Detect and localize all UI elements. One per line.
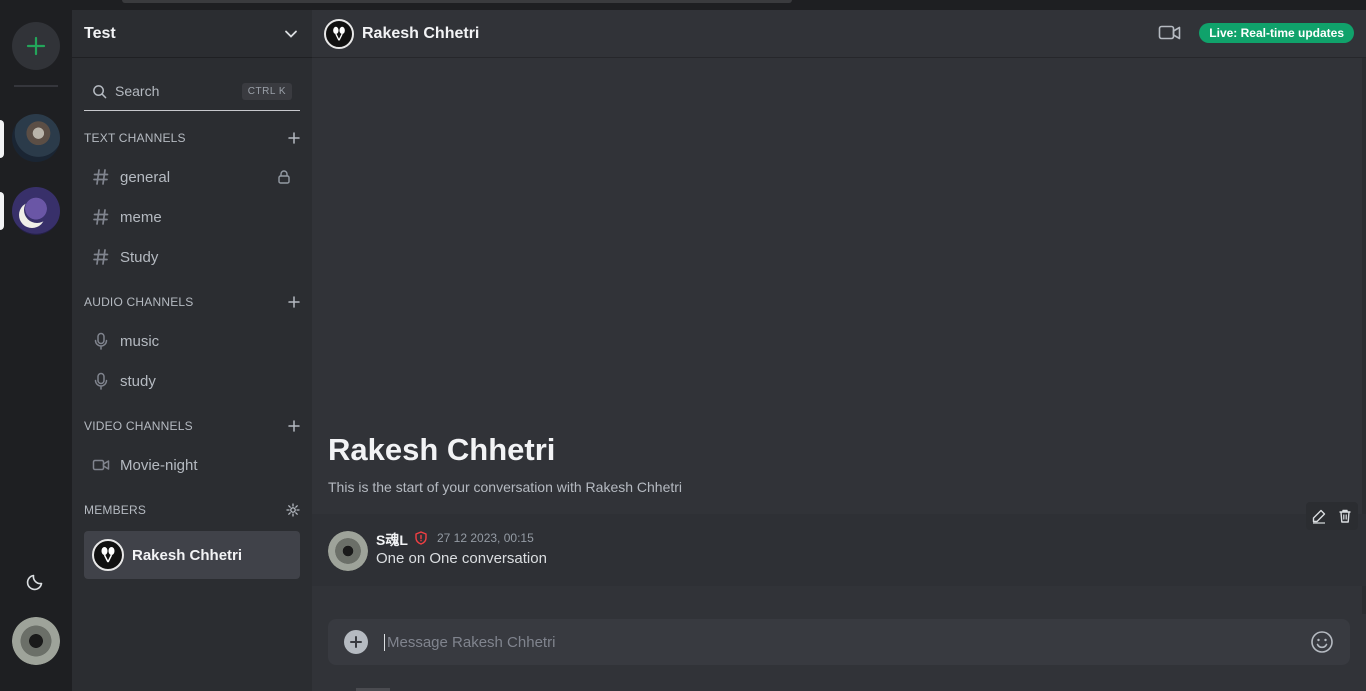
channel-name: Movie-night [120, 456, 198, 474]
message-timestamp: 27 12 2023, 00:15 [437, 531, 534, 545]
server-icon-2[interactable] [12, 187, 60, 235]
plus-icon [26, 36, 46, 56]
rail-separator [14, 85, 58, 87]
hash-icon [93, 249, 109, 265]
section-title: MEMBERS [84, 503, 147, 517]
message-avatar[interactable] [328, 531, 368, 571]
message-actions [1306, 502, 1358, 530]
welcome-subtitle: This is the start of your conversation w… [328, 479, 683, 495]
video-icon [92, 459, 110, 471]
chat-title: Rakesh Chhetri [362, 24, 480, 42]
message-author[interactable]: S魂L [376, 530, 408, 550]
channel-name: Study [120, 248, 159, 266]
trash-icon[interactable] [1337, 508, 1353, 524]
moon-icon[interactable] [26, 571, 46, 591]
message-item[interactable]: S魂L 27 12 2023, 00:15 One on One convers… [312, 502, 1366, 586]
channel-name: music [120, 332, 160, 350]
video-call-icon[interactable] [1158, 23, 1182, 43]
channel-study-audio[interactable]: study [84, 364, 300, 398]
shield-alert-icon [415, 531, 427, 545]
search-icon [93, 84, 107, 98]
channel-name: study [120, 372, 156, 390]
logo-icon [101, 547, 115, 563]
window-top-strip [0, 0, 1366, 10]
text-channels-header: TEXT CHANNELS [84, 128, 300, 148]
channel-study[interactable]: Study [84, 240, 300, 274]
attach-button[interactable] [344, 630, 368, 654]
lock-icon [278, 170, 290, 184]
server-icon-1[interactable] [12, 114, 60, 162]
chat-avatar [324, 18, 354, 49]
server-rail [0, 10, 72, 691]
microphone-icon [94, 372, 108, 390]
logo-icon [333, 26, 345, 41]
plus-icon [350, 636, 362, 648]
video-channels-header: VIDEO CHANNELS [84, 416, 300, 436]
member-avatar [92, 539, 124, 571]
live-status-badge: Live: Real-time updates [1199, 23, 1354, 43]
search-shortcut: CTRL K [241, 82, 292, 100]
search-button[interactable]: Search CTRL K [84, 72, 300, 111]
search-label: Search [115, 83, 160, 99]
add-channel-icon[interactable] [288, 132, 300, 144]
member-name: Rakesh Chhetri [132, 546, 243, 564]
section-title: VIDEO CHANNELS [84, 419, 193, 433]
channel-general[interactable]: general [84, 160, 300, 194]
member-item[interactable]: Rakesh Chhetri [84, 531, 300, 579]
section-title: AUDIO CHANNELS [84, 295, 194, 309]
message-text: One on One conversation [376, 550, 547, 567]
section-title: TEXT CHANNELS [84, 131, 186, 145]
edit-icon[interactable] [1311, 508, 1327, 524]
message-composer [328, 619, 1350, 665]
channel-movie-night[interactable]: Movie-night [84, 448, 300, 482]
user-avatar[interactable] [12, 617, 60, 665]
server-indicator [0, 192, 4, 230]
moon-image [24, 197, 50, 223]
server-name: Test [84, 24, 116, 42]
message-input[interactable] [384, 633, 1310, 651]
microphone-icon [94, 332, 108, 350]
hash-icon [93, 209, 109, 225]
add-channel-icon[interactable] [288, 420, 300, 432]
chat-area: Rakesh Chhetri Live: Real-time updates R… [312, 10, 1366, 691]
audio-channels-header: AUDIO CHANNELS [84, 292, 300, 312]
add-server-button[interactable] [12, 22, 60, 70]
members-header: MEMBERS [84, 500, 300, 520]
add-channel-icon[interactable] [288, 296, 300, 308]
channel-music[interactable]: music [84, 324, 300, 358]
chevron-down-icon [285, 30, 297, 38]
gear-icon[interactable] [286, 503, 300, 517]
welcome-title: Rakesh Chhetri [328, 432, 556, 467]
channel-name: general [120, 168, 171, 186]
channel-sidebar: Test Search CTRL K TEXT CHANNELS general… [72, 10, 312, 691]
hash-icon [93, 169, 109, 185]
server-header[interactable]: Test [72, 10, 312, 58]
emoji-icon[interactable] [1310, 630, 1334, 654]
channel-meme[interactable]: meme [84, 200, 300, 234]
channel-name: meme [120, 208, 162, 226]
server-active-indicator [0, 120, 4, 158]
top-scroll-indicator [122, 0, 792, 3]
chat-header: Rakesh Chhetri Live: Real-time updates [312, 10, 1366, 58]
